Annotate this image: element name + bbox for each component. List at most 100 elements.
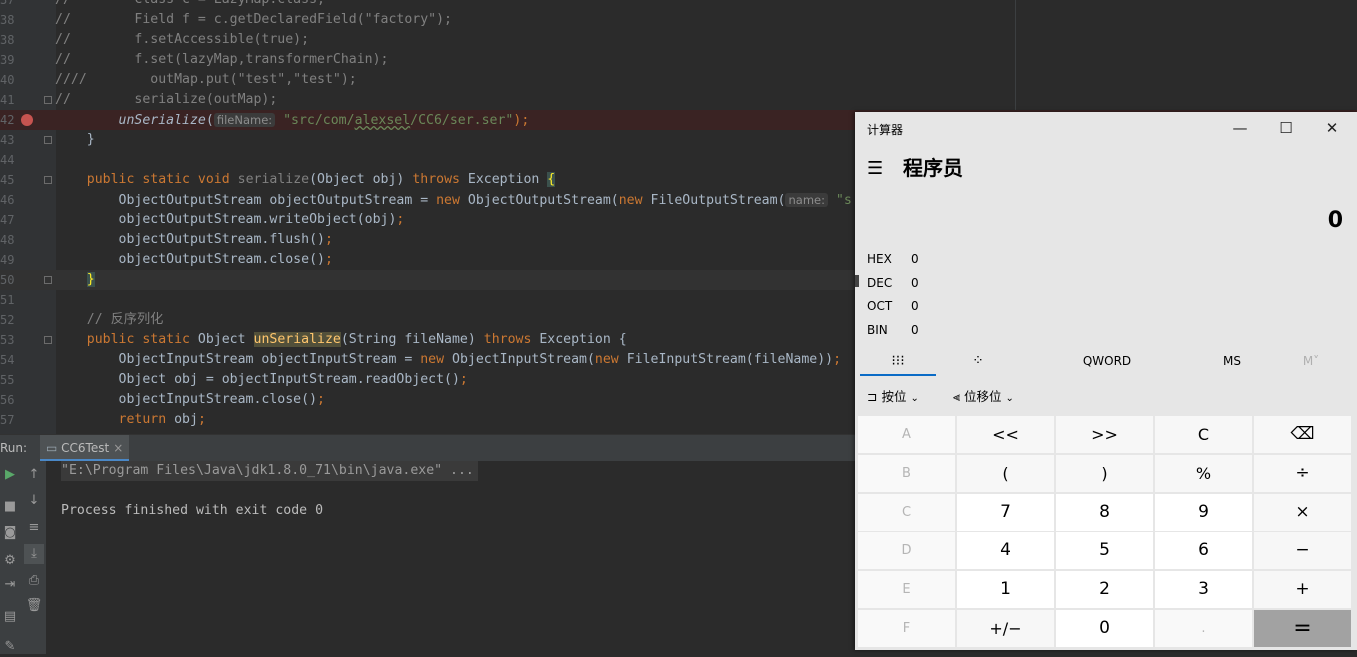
base-row-hex[interactable]: HEX 0 — [867, 252, 967, 268]
code-line[interactable]: 40 //// outMap.put("test","test"); — [0, 70, 1357, 90]
code-text: // Class c = LazyMap.class; — [55, 0, 325, 10]
maximize-icon[interactable]: ☐ — [1263, 112, 1309, 144]
exit-icon[interactable]: ⇥ — [0, 575, 20, 595]
hex-a-button[interactable]: A — [858, 416, 955, 453]
negate-button[interactable]: +/− — [957, 610, 1054, 647]
base-row-bin[interactable]: BIN 0 — [867, 323, 967, 339]
line-number: 54 — [0, 353, 15, 367]
base-value: 0 — [911, 275, 919, 290]
close-icon[interactable]: ✕ — [1309, 112, 1355, 144]
fold-marker-icon[interactable] — [44, 176, 52, 184]
digit-4-button[interactable]: 4 — [957, 532, 1054, 570]
code-token: serialize — [237, 172, 310, 187]
close-tab-icon[interactable]: × — [113, 441, 123, 455]
bitwise-dropdown[interactable]: ⊐ 按位 ⌄ — [867, 382, 919, 412]
bitshift-icon: ⫷ — [953, 389, 961, 404]
settings-icon[interactable]: ⚙ — [0, 551, 20, 571]
chevron-down-icon: ⌄ — [1005, 393, 1014, 404]
menu-icon[interactable]: ☰ — [867, 158, 883, 179]
keypad: A << >> C ⌫ B()% ÷ C 7 8 9 × D 4 5 6− E 1 2 3 + F +/− 0. = — [858, 416, 1354, 648]
shift-right-button[interactable]: >> — [1056, 416, 1153, 453]
digit-9-button[interactable]: 9 — [1155, 493, 1252, 531]
digit-8-button[interactable]: 8 — [1056, 493, 1153, 531]
subtract-button[interactable]: − — [1254, 532, 1351, 570]
shift-left-button[interactable]: << — [957, 416, 1054, 453]
backspace-button[interactable]: ⌫ — [1254, 416, 1351, 453]
fold-marker-icon[interactable] — [44, 136, 52, 144]
fold-marker-icon[interactable] — [44, 96, 52, 104]
print-icon[interactable]: ⎙ — [24, 571, 44, 591]
code-token: objectOutputStream.writeObject(obj) — [55, 212, 397, 227]
code-token: obj — [174, 412, 198, 427]
breakpoint-icon[interactable] — [21, 114, 33, 126]
decimal-button[interactable]: . — [1155, 610, 1252, 647]
code-line[interactable]: 38 // Field f = c.getDeclaredField("facto… — [0, 10, 1357, 30]
hex-b-button[interactable]: B — [858, 454, 955, 492]
bitshift-dropdown[interactable]: ⫷ 位移位 ⌄ — [953, 382, 1014, 412]
code-token: // 反序列化 — [55, 312, 164, 327]
line-number: 56 — [0, 393, 15, 407]
code-text: unSerialize(fileName: "src/com/alexsel/C… — [55, 110, 529, 131]
parameter-hint: fileName: — [213, 113, 276, 127]
code-text: // Field f = c.getDeclaredField("factory… — [55, 10, 452, 30]
line-number: 45 — [0, 173, 15, 187]
scroll-to-end-icon[interactable]: ⤓ — [24, 544, 44, 564]
memory-recall-button[interactable]: M˅ — [1285, 346, 1337, 376]
bit-toggle-keypad-tab[interactable]: ⁘ — [950, 346, 1006, 376]
up-arrow-icon[interactable]: ↑ — [24, 465, 44, 485]
hex-d-button[interactable]: D — [858, 532, 955, 570]
word-size-button[interactable]: QWORD — [1055, 346, 1159, 376]
minimize-icon[interactable]: — — [1217, 112, 1263, 144]
code-line[interactable]: 38 // f.setAccessible(true); — [0, 30, 1357, 50]
run-tab-label: CC6Test — [61, 441, 110, 455]
digit-3-button[interactable]: 3 — [1155, 571, 1252, 609]
code-line[interactable]: 41 // serialize(outMap); — [0, 90, 1357, 110]
add-button[interactable]: + — [1254, 571, 1351, 609]
digit-1-button[interactable]: 1 — [957, 571, 1054, 609]
digit-5-button[interactable]: 5 — [1056, 532, 1153, 570]
stop-icon[interactable]: ■ — [0, 497, 20, 517]
digit-7-button[interactable]: 7 — [957, 493, 1054, 531]
modulo-button[interactable]: % — [1155, 454, 1252, 492]
fold-marker-icon[interactable] — [44, 336, 52, 344]
pin-icon[interactable]: ✎ — [0, 637, 20, 657]
hex-c-button[interactable]: C — [858, 493, 955, 531]
line-number: 38 — [0, 13, 15, 27]
line-number: 47 — [0, 213, 15, 227]
digit-2-button[interactable]: 2 — [1056, 571, 1153, 609]
open-paren-button[interactable]: ( — [957, 454, 1054, 492]
code-line[interactable]: 39 // f.set(lazyMap,transformerChain); — [0, 50, 1357, 70]
code-line[interactable]: 37 // Class c = LazyMap.class; — [0, 0, 1357, 10]
code-text: ObjectInputStream objectInputStream = ne… — [55, 350, 842, 370]
equals-button[interactable]: = — [1254, 610, 1351, 647]
down-arrow-icon[interactable]: ↓ — [24, 491, 44, 511]
base-name: HEX — [867, 252, 892, 266]
bit-operations-row: ⊐ 按位 ⌄ ⫷ 位移位 ⌄ — [855, 382, 1357, 412]
rerun-icon[interactable]: ▶ — [0, 465, 20, 485]
layout-icon[interactable]: ▤ — [0, 607, 20, 627]
memory-store-button[interactable]: MS — [1205, 346, 1259, 376]
full-keypad-tab[interactable]: ⁝⁝⁝ — [860, 346, 936, 376]
divide-button[interactable]: ÷ — [1254, 454, 1351, 492]
hex-f-button[interactable]: F — [858, 610, 955, 647]
camera-icon[interactable]: ◙ — [0, 523, 20, 543]
soft-wrap-icon[interactable]: ≡ — [24, 518, 44, 538]
base-row-oct[interactable]: OCT 0 — [867, 299, 967, 315]
digit-6-button[interactable]: 6 — [1155, 532, 1252, 570]
code-token: (Object obj) — [309, 172, 413, 187]
calculator-window[interactable]: 计算器 — ☐ ✕ ☰ 程序员 0 HEX 0 DEC 0 OCT 0 BIN 0 ⁝⁝⁝ ⁘… — [855, 112, 1357, 650]
base-value: 0 — [911, 322, 919, 337]
digit-0-button[interactable]: 0 — [1056, 610, 1153, 647]
base-row-dec[interactable]: DEC 0 — [867, 276, 967, 292]
clear-button[interactable]: C — [1155, 416, 1252, 453]
multiply-button[interactable]: × — [1254, 493, 1351, 531]
close-paren-button[interactable]: ) — [1056, 454, 1153, 492]
trash-icon[interactable]: 🗑 — [24, 596, 44, 616]
code-token: objectInputStream.close() — [55, 392, 318, 407]
hex-e-button[interactable]: E — [858, 571, 955, 609]
fold-marker-icon[interactable] — [44, 276, 52, 284]
run-tab-cc6test[interactable]: ▭ CC6Test × — [40, 435, 130, 461]
